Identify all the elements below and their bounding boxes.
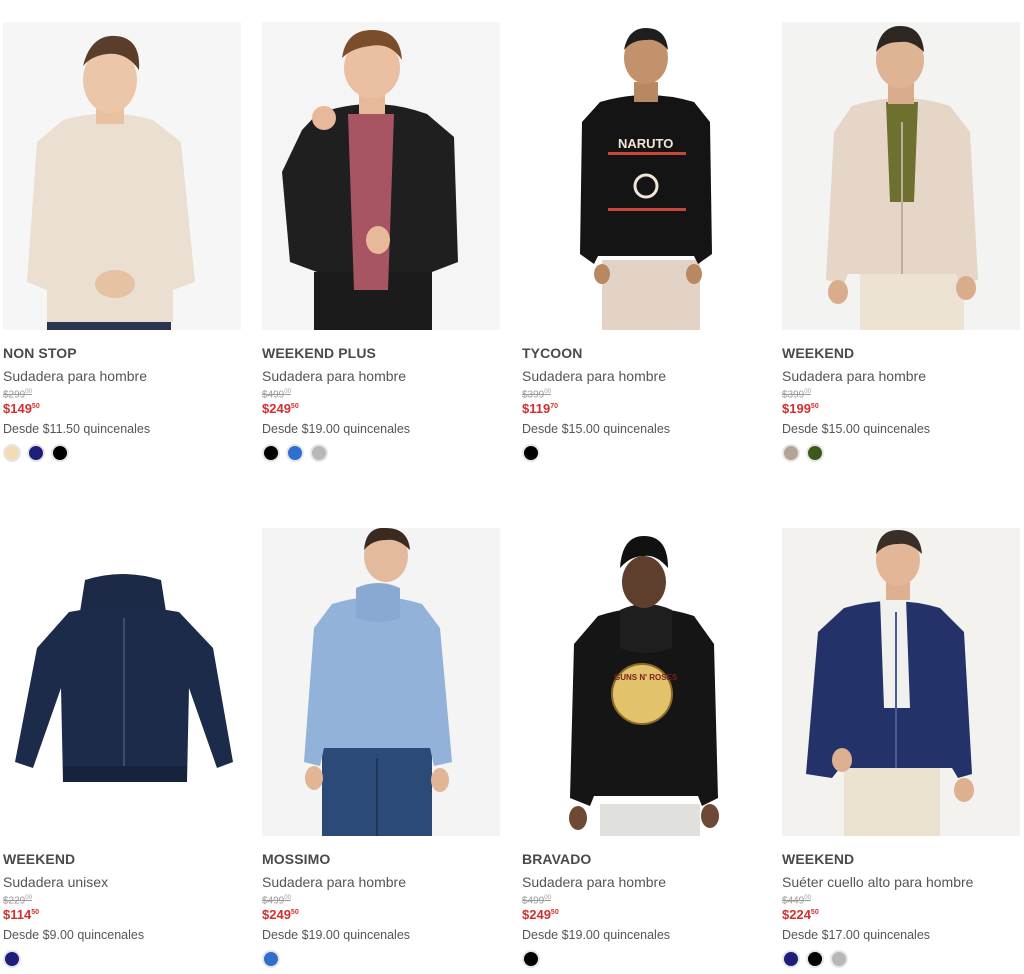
product-card[interactable]: WEEKEND PLUS Sudadera para hombre $49900… bbox=[262, 22, 502, 462]
color-swatches bbox=[3, 444, 243, 462]
product-card[interactable]: WEEKEND Suéter cuello alto para hombre $… bbox=[782, 528, 1022, 968]
color-swatches bbox=[782, 950, 1022, 968]
sale-price: $24950 bbox=[262, 401, 299, 416]
original-price: $49900 bbox=[522, 895, 551, 907]
product-brand: WEEKEND bbox=[782, 345, 855, 361]
color-swatch[interactable] bbox=[806, 444, 824, 462]
color-swatch[interactable] bbox=[27, 444, 45, 462]
color-swatch[interactable] bbox=[522, 444, 540, 462]
color-swatch[interactable] bbox=[3, 950, 21, 968]
original-price: $39900 bbox=[522, 389, 551, 401]
product-name[interactable]: Sudadera para hombre bbox=[262, 874, 502, 890]
product-brand: WEEKEND bbox=[3, 851, 76, 867]
color-swatches bbox=[522, 444, 762, 462]
installment-text: Desde $15.00 quincenales bbox=[522, 422, 671, 436]
product-card[interactable]: NON STOP Sudadera para hombre $29900 $14… bbox=[3, 22, 243, 462]
product-card[interactable]: GUNS N' ROSES BRAVADO Sudadera para homb… bbox=[522, 528, 762, 968]
installment-text: Desde $19.00 quincenales bbox=[262, 422, 411, 436]
product-photo[interactable]: GUNS N' ROSES bbox=[522, 528, 760, 836]
sale-price: $24950 bbox=[262, 907, 299, 922]
product-brand: BRAVADO bbox=[522, 851, 592, 867]
product-name[interactable]: Suéter cuello alto para hombre bbox=[782, 874, 1022, 890]
installment-text: Desde $11.50 quincenales bbox=[3, 422, 151, 436]
color-swatch[interactable] bbox=[286, 444, 304, 462]
installment-text: Desde $9.00 quincenales bbox=[3, 928, 145, 942]
product-brand: WEEKEND PLUS bbox=[262, 345, 376, 361]
product-card[interactable]: WEEKEND Sudadera unisex $22900 $11450 De… bbox=[3, 528, 243, 968]
product-name[interactable]: Sudadera unisex bbox=[3, 874, 243, 890]
product-name[interactable]: Sudadera para hombre bbox=[522, 368, 762, 384]
sale-price: $14950 bbox=[3, 401, 40, 416]
product-card[interactable]: MOSSIMO Sudadera para hombre $49900 $249… bbox=[262, 528, 502, 968]
product-photo[interactable] bbox=[3, 22, 241, 330]
sale-price: $19950 bbox=[782, 401, 819, 416]
color-swatches bbox=[782, 444, 1022, 462]
installment-text: Desde $17.00 quincenales bbox=[782, 928, 931, 942]
product-name[interactable]: Sudadera para hombre bbox=[3, 368, 243, 384]
original-price: $29900 bbox=[3, 389, 32, 401]
color-swatch[interactable] bbox=[262, 444, 280, 462]
product-brand: NON STOP bbox=[3, 345, 77, 361]
color-swatches bbox=[3, 950, 243, 968]
product-photo[interactable]: NARUTO bbox=[522, 22, 760, 330]
color-swatch[interactable] bbox=[262, 950, 280, 968]
product-card[interactable]: WEEKEND Sudadera para hombre $39900 $199… bbox=[782, 22, 1022, 462]
original-price: $49900 bbox=[262, 895, 291, 907]
print-text: NARUTO bbox=[618, 136, 673, 151]
sale-price: $11970 bbox=[522, 401, 558, 416]
original-price: $49900 bbox=[262, 389, 291, 401]
color-swatches bbox=[262, 444, 502, 462]
installment-text: Desde $15.00 quincenales bbox=[782, 422, 931, 436]
product-name[interactable]: Sudadera para hombre bbox=[522, 874, 762, 890]
product-photo[interactable] bbox=[782, 528, 1020, 836]
installment-text: Desde $19.00 quincenales bbox=[522, 928, 671, 942]
color-swatch[interactable] bbox=[782, 444, 800, 462]
original-price: $39900 bbox=[782, 389, 811, 401]
color-swatch[interactable] bbox=[310, 444, 328, 462]
print-text: GUNS N' ROSES bbox=[614, 673, 678, 682]
color-swatch[interactable] bbox=[3, 444, 21, 462]
color-swatch[interactable] bbox=[522, 950, 540, 968]
color-swatches bbox=[522, 950, 762, 968]
color-swatch[interactable] bbox=[806, 950, 824, 968]
sale-price: $11450 bbox=[3, 907, 39, 922]
product-name[interactable]: Sudadera para hombre bbox=[262, 368, 502, 384]
product-photo[interactable] bbox=[262, 22, 500, 330]
color-swatch[interactable] bbox=[830, 950, 848, 968]
installment-text: Desde $19.00 quincenales bbox=[262, 928, 411, 942]
original-price: $44900 bbox=[782, 895, 811, 907]
product-photo[interactable] bbox=[262, 528, 500, 836]
product-brand: WEEKEND bbox=[782, 851, 855, 867]
product-photo[interactable] bbox=[3, 528, 241, 836]
product-brand: TYCOON bbox=[522, 345, 583, 361]
product-photo[interactable] bbox=[782, 22, 1020, 330]
product-name[interactable]: Sudadera para hombre bbox=[782, 368, 1022, 384]
product-grid: NON STOP Sudadera para hombre $29900 $14… bbox=[0, 0, 1024, 974]
color-swatch[interactable] bbox=[51, 444, 69, 462]
original-price: $22900 bbox=[3, 895, 32, 907]
sale-price: $22450 bbox=[782, 907, 819, 922]
color-swatches bbox=[262, 950, 502, 968]
product-brand: MOSSIMO bbox=[262, 851, 331, 867]
color-swatch[interactable] bbox=[782, 950, 800, 968]
sale-price: $24950 bbox=[522, 907, 559, 922]
product-card[interactable]: NARUTO TYCOON Sudadera para hombre $3990… bbox=[522, 22, 762, 462]
